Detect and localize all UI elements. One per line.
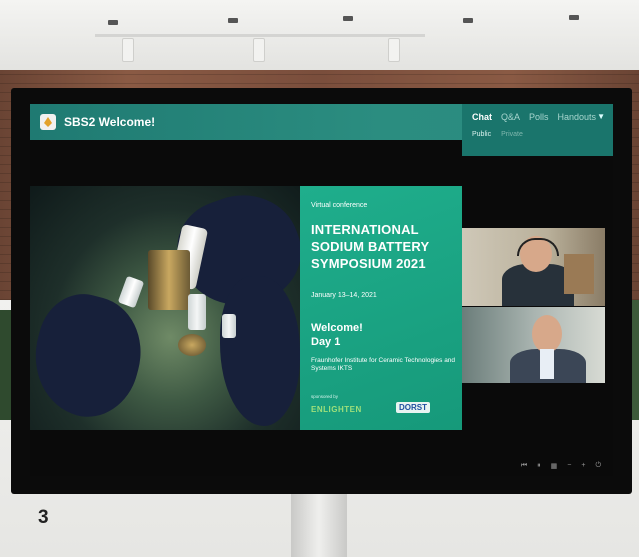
sponsor-logo-enlighten: ENLIGHTEN <box>311 405 362 414</box>
window-title: SBS2 Welcome! <box>64 115 156 129</box>
slide-photo-lab-gloves <box>30 186 300 430</box>
ceiling-light <box>343 16 353 21</box>
welcome-line: Welcome! <box>311 322 363 334</box>
slide-headline: INTERNATIONAL SODIUM BATTERY SYMPOSIUM 2… <box>311 222 430 271</box>
day-line: Day 1 <box>311 336 341 348</box>
slide-info-panel: Virtual conference INTERNATIONAL SODIUM … <box>300 186 462 430</box>
vial <box>188 294 206 330</box>
conference-app-screen: SBS2 Welcome! Chat Q&A Polls Handouts ▼ … <box>30 104 613 476</box>
spot-lamp <box>388 38 400 62</box>
headset-icon <box>517 238 559 256</box>
previous-icon[interactable]: ⏮ <box>521 462 527 470</box>
slide-institute: Fraunhofer Institute for Ceramic Technol… <box>311 357 456 372</box>
subtab-private[interactable]: Private <box>501 131 523 138</box>
chat-subtabs: Public Private <box>472 131 523 138</box>
metal-can <box>148 250 190 310</box>
chevron-down-icon[interactable]: ▼ <box>597 112 605 121</box>
minus-icon[interactable]: − <box>567 462 571 470</box>
tab-polls[interactable]: Polls <box>529 112 549 122</box>
subtab-public[interactable]: Public <box>472 131 491 138</box>
power-icon[interactable]: ⏻ <box>595 462 601 470</box>
photo-background: 3 SBS2 Welcome! Chat Q&A Polls Handouts … <box>0 0 639 557</box>
tab-qa[interactable]: Q&A <box>501 112 520 122</box>
participant-video-2[interactable] <box>462 307 605 383</box>
slide-welcome: Welcome! Day 1 <box>311 321 363 349</box>
metal-cap <box>178 334 206 356</box>
video-controls: ⏮ ⏸ ▦ − + ⏻ <box>521 462 601 470</box>
ceiling-light <box>228 18 238 23</box>
app-logo-icon <box>40 114 56 130</box>
pause-icon[interactable]: ⏸ <box>537 462 541 470</box>
monitor-stand <box>291 494 347 557</box>
vial <box>117 275 145 309</box>
vial <box>222 314 236 338</box>
slide-kicker: Virtual conference <box>311 202 368 209</box>
tab-handouts[interactable]: Handouts <box>558 112 597 122</box>
ceiling-light <box>569 15 579 20</box>
light-track <box>95 34 425 37</box>
spot-lamp <box>253 38 265 62</box>
participant-head <box>532 315 562 353</box>
side-panel: Chat Q&A Polls Handouts ▼ Public Private <box>462 104 613 156</box>
grid-icon[interactable]: ▦ <box>551 462 558 470</box>
cabinet <box>564 254 594 294</box>
tab-chat[interactable]: Chat <box>472 112 492 122</box>
sponsored-by-label: sponsored by <box>311 394 339 399</box>
shirt-collar <box>540 349 554 379</box>
side-panel-tabs: Chat Q&A Polls Handouts <box>472 112 596 122</box>
figure-number: 3 <box>38 507 49 528</box>
sponsor-logo-dorst: DORST <box>396 402 430 413</box>
presentation-slide: Virtual conference INTERNATIONAL SODIUM … <box>30 186 462 430</box>
ceiling <box>0 0 639 75</box>
plus-icon[interactable]: + <box>581 462 585 470</box>
spot-lamp <box>122 38 134 62</box>
glove-right-arm <box>220 276 300 426</box>
slide-dates: January 13–14, 2021 <box>311 292 377 299</box>
ceiling-light <box>463 18 473 23</box>
ceiling-light <box>108 20 118 25</box>
monitor: SBS2 Welcome! Chat Q&A Polls Handouts ▼ … <box>11 88 632 494</box>
participant-video-1[interactable] <box>462 228 605 306</box>
